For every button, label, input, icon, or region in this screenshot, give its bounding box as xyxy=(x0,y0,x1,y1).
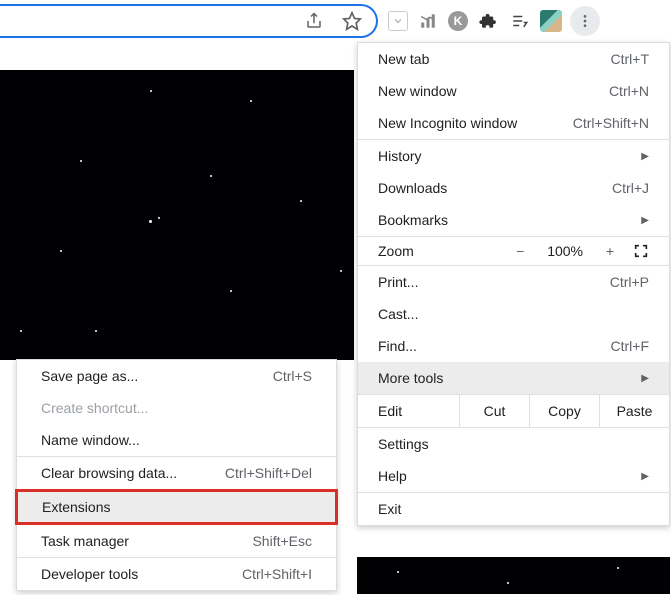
menu-shortcut: Ctrl+J xyxy=(612,180,649,196)
menu-label: Task manager xyxy=(41,533,129,549)
fullscreen-icon[interactable] xyxy=(633,243,659,259)
menu-shortcut: Ctrl+Shift+N xyxy=(573,115,649,131)
menu-shortcut: Ctrl+Shift+I xyxy=(242,566,312,582)
menu-downloads[interactable]: Downloads Ctrl+J xyxy=(358,172,669,204)
menu-label: Help xyxy=(378,468,407,484)
submenu-create-shortcut: Create shortcut... xyxy=(17,392,336,424)
cut-button[interactable]: Cut xyxy=(459,395,529,427)
reading-list-icon[interactable] xyxy=(508,9,532,33)
menu-label: Print... xyxy=(378,274,418,290)
menu-label: Save page as... xyxy=(41,368,138,384)
menu-shortcut: Ctrl+N xyxy=(609,83,649,99)
menu-shortcut: Shift+Esc xyxy=(252,533,312,549)
main-menu-button[interactable] xyxy=(570,6,600,36)
submenu-name-window[interactable]: Name window... xyxy=(17,424,336,456)
menu-incognito[interactable]: New Incognito window Ctrl+Shift+N xyxy=(358,107,669,139)
menu-label: Extensions xyxy=(42,499,110,515)
menu-bookmarks[interactable]: Bookmarks ▶ xyxy=(358,204,669,236)
extensions-puzzle-icon[interactable] xyxy=(476,9,500,33)
menu-label: New tab xyxy=(378,51,429,67)
chevron-right-icon: ▶ xyxy=(641,151,649,162)
menu-shortcut: Ctrl+S xyxy=(273,368,312,384)
menu-find[interactable]: Find... Ctrl+F xyxy=(358,330,669,362)
menu-label: Find... xyxy=(378,338,417,354)
menu-label: Downloads xyxy=(378,180,447,196)
menu-help[interactable]: Help ▶ xyxy=(358,460,669,492)
edit-label: Edit xyxy=(358,395,459,427)
menu-label: Clear browsing data... xyxy=(41,465,177,481)
zoom-out-button[interactable]: − xyxy=(507,243,533,259)
more-tools-submenu: Save page as... Ctrl+S Create shortcut..… xyxy=(16,359,337,591)
share-icon[interactable] xyxy=(302,9,326,33)
menu-label: Cast... xyxy=(378,306,418,322)
menu-label: More tools xyxy=(378,370,443,386)
menu-zoom: Zoom − 100% + xyxy=(358,237,669,265)
paste-button[interactable]: Paste xyxy=(599,395,669,427)
menu-cast[interactable]: Cast... xyxy=(358,298,669,330)
main-menu: New tab Ctrl+T New window Ctrl+N New Inc… xyxy=(357,42,670,526)
zoom-in-button[interactable]: + xyxy=(597,243,623,259)
star-icon[interactable] xyxy=(340,9,364,33)
submenu-developer-tools[interactable]: Developer tools Ctrl+Shift+I xyxy=(17,558,336,590)
submenu-save-page[interactable]: Save page as... Ctrl+S xyxy=(17,360,336,392)
chevron-right-icon: ▶ xyxy=(641,215,649,226)
menu-label: History xyxy=(378,148,422,164)
menu-label: New Incognito window xyxy=(378,115,517,131)
menu-print[interactable]: Print... Ctrl+P xyxy=(358,266,669,298)
submenu-task-manager[interactable]: Task manager Shift+Esc xyxy=(17,525,336,557)
zoom-value: 100% xyxy=(547,243,583,259)
submenu-clear-data[interactable]: Clear browsing data... Ctrl+Shift+Del xyxy=(17,457,336,489)
menu-shortcut: Ctrl+F xyxy=(611,338,650,354)
menu-shortcut: Ctrl+T xyxy=(611,51,650,67)
menu-new-tab[interactable]: New tab Ctrl+T xyxy=(358,43,669,75)
pocket-icon[interactable] xyxy=(388,11,408,31)
menu-settings[interactable]: Settings xyxy=(358,428,669,460)
menu-shortcut: Ctrl+P xyxy=(610,274,649,290)
menu-label: Settings xyxy=(378,436,429,452)
page-content-dark-2 xyxy=(357,557,670,594)
menu-label: Developer tools xyxy=(41,566,138,582)
copy-button[interactable]: Copy xyxy=(529,395,599,427)
address-bar[interactable] xyxy=(0,4,378,38)
menu-shortcut: Ctrl+Shift+Del xyxy=(225,465,312,481)
analytics-icon[interactable] xyxy=(416,9,440,33)
menu-new-window[interactable]: New window Ctrl+N xyxy=(358,75,669,107)
zoom-label: Zoom xyxy=(378,243,497,259)
menu-exit[interactable]: Exit xyxy=(358,493,669,525)
menu-label: Create shortcut... xyxy=(41,400,148,416)
k-extension-icon[interactable]: K xyxy=(448,11,468,31)
extension-icons-row: K xyxy=(378,6,600,36)
toolbar: K xyxy=(0,0,671,42)
menu-label: New window xyxy=(378,83,457,99)
profile-avatar[interactable] xyxy=(540,10,562,32)
menu-history[interactable]: History ▶ xyxy=(358,140,669,172)
page-content-dark xyxy=(0,70,354,360)
chevron-right-icon: ▶ xyxy=(641,471,649,482)
menu-label: Name window... xyxy=(41,432,140,448)
menu-more-tools[interactable]: More tools ▶ xyxy=(358,362,669,394)
menu-label: Bookmarks xyxy=(378,212,448,228)
menu-label: Exit xyxy=(378,501,401,517)
chevron-right-icon: ▶ xyxy=(641,373,649,384)
submenu-extensions[interactable]: Extensions xyxy=(15,489,338,525)
menu-edit-row: Edit Cut Copy Paste xyxy=(358,395,669,427)
